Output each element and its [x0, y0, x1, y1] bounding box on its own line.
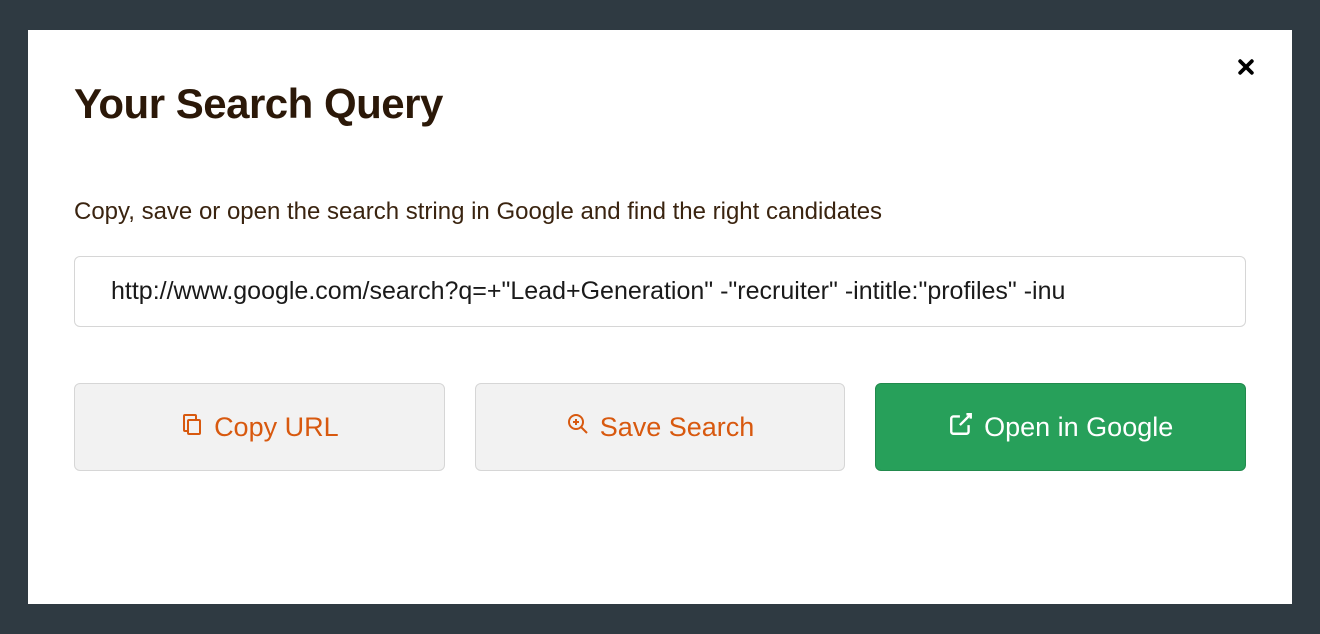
save-search-button[interactable]: Save Search [475, 383, 846, 471]
modal-title: Your Search Query [74, 80, 1246, 128]
copy-url-label: Copy URL [214, 412, 339, 443]
button-row: Copy URL Save Search Open [74, 383, 1246, 471]
external-link-icon [948, 411, 974, 444]
close-button[interactable] [1230, 52, 1262, 84]
modal-subtitle: Copy, save or open the search string in … [74, 198, 1246, 226]
open-in-google-label: Open in Google [984, 412, 1173, 443]
close-icon [1236, 57, 1256, 80]
copy-icon [180, 412, 204, 443]
copy-url-button[interactable]: Copy URL [74, 383, 445, 471]
search-url-input[interactable] [74, 256, 1246, 327]
open-in-google-button[interactable]: Open in Google [875, 383, 1246, 471]
search-plus-icon [566, 412, 590, 443]
save-search-label: Save Search [600, 412, 755, 443]
search-query-modal: Your Search Query Copy, save or open the… [28, 30, 1292, 604]
